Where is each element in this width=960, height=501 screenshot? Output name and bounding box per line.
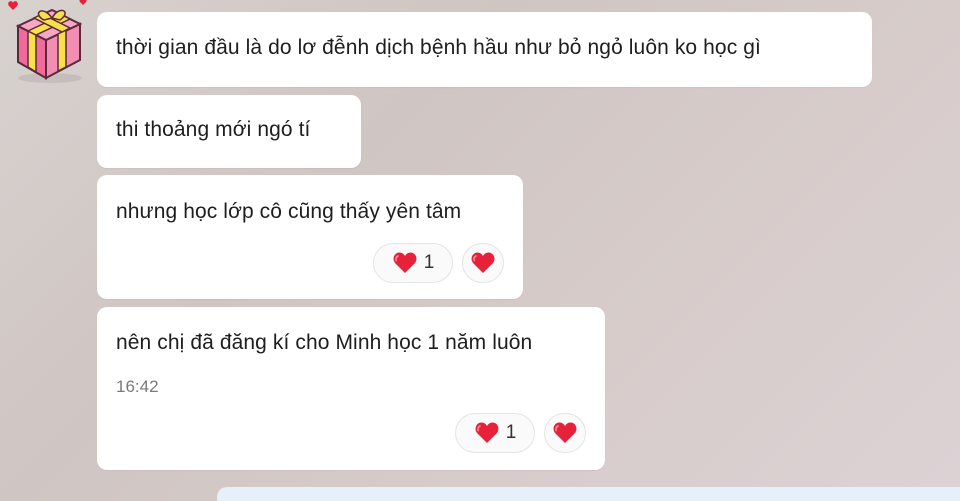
reaction-count-button[interactable]: 1	[455, 413, 535, 453]
message-bubble[interactable]: thi thoảng mới ngó tí	[97, 95, 361, 168]
add-reaction-button[interactable]	[544, 413, 586, 453]
message-bubble[interactable]: nên chị đã đăng kí cho Minh học 1 năm lu…	[97, 307, 605, 470]
chat-panel: thời gian đầu là do lơ đễnh dịch bệnh hầ…	[0, 0, 960, 501]
reaction-count: 1	[505, 422, 517, 443]
message-bubble[interactable]: thời gian đầu là do lơ đễnh dịch bệnh hầ…	[97, 12, 872, 87]
message-text: nên chị đã đăng kí cho Minh học 1 năm lu…	[116, 331, 533, 354]
message-text: thời gian đầu là do lơ đễnh dịch bệnh hầ…	[116, 36, 761, 59]
message-text: nhưng học lớp cô cũng thấy yên tâm	[116, 200, 462, 223]
add-reaction-button[interactable]	[462, 243, 504, 283]
heart-icon	[553, 422, 577, 443]
reaction-count: 1	[423, 252, 435, 273]
gift-box-icon	[8, 0, 87, 83]
message-text: thi thoảng mới ngó tí	[116, 118, 311, 141]
heart-icon	[475, 422, 499, 443]
reaction-count-button[interactable]: 1	[373, 243, 453, 283]
gift-box-avatar[interactable]	[6, 0, 92, 84]
heart-icon	[393, 252, 417, 273]
message-timestamp: 16:42	[116, 377, 159, 396]
outgoing-message-bubble[interactable]	[217, 487, 960, 501]
message-bubble[interactable]: nhưng học lớp cô cũng thấy yên tâm 1	[97, 175, 523, 299]
heart-icon	[471, 252, 495, 273]
